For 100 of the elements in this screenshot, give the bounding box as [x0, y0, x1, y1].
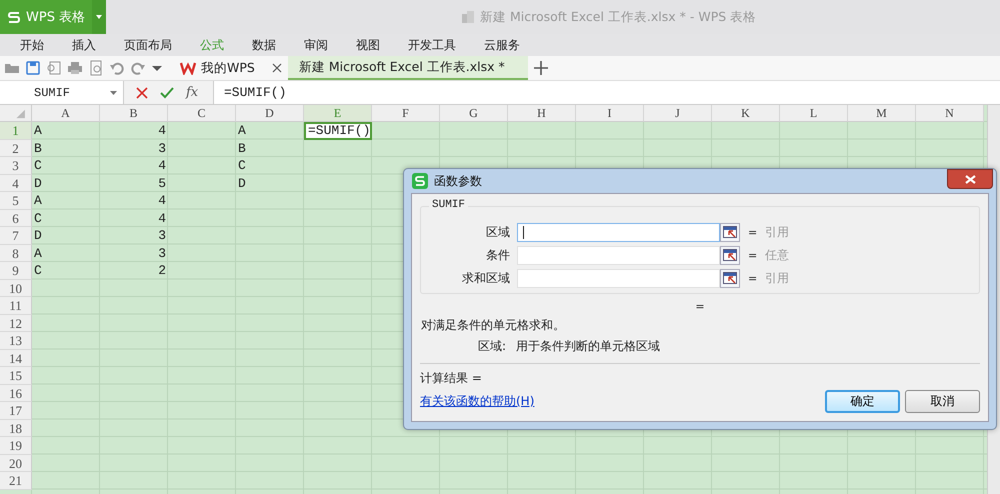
row-header[interactable]: 14	[0, 350, 32, 367]
table-cell-text: 4	[157, 157, 167, 174]
column-header[interactable]: I	[576, 105, 644, 122]
range-picker-button[interactable]	[720, 268, 740, 288]
help-link[interactable]: 有关该函数的帮助(H)	[420, 393, 534, 410]
table-cell-text: A	[33, 122, 43, 140]
dialog-title: 函数参数	[434, 172, 482, 190]
row-header[interactable]: 4	[0, 174, 32, 192]
table-cell-text: B	[237, 140, 247, 157]
menu-tab[interactable]: 数据	[252, 36, 276, 54]
row-header[interactable]: 15	[0, 367, 32, 384]
row-header[interactable]: 9	[0, 262, 32, 280]
menu-tab[interactable]: 审阅	[304, 36, 328, 54]
document-tab[interactable]: 我的WPS	[174, 56, 288, 80]
row-header[interactable]: 21	[0, 472, 32, 490]
parameter-description: 用于条件判断的单元格区域	[516, 338, 660, 355]
plus-icon[interactable]	[534, 61, 548, 75]
column-header[interactable]: K	[712, 105, 780, 122]
parameter-type: 引用	[765, 270, 790, 286]
row-header[interactable]: 18	[0, 420, 32, 437]
table-cell-text: D	[237, 174, 247, 192]
range-picker-button[interactable]	[720, 222, 740, 242]
row-header[interactable]: 8	[0, 244, 32, 262]
equals-sign: =	[748, 272, 758, 284]
row-header[interactable]: 3	[0, 157, 32, 174]
row-header[interactable]: 20	[0, 454, 32, 472]
export-icon[interactable]	[46, 60, 62, 76]
w-logo-icon	[180, 61, 196, 75]
row-header[interactable]: 16	[0, 384, 32, 402]
undo-icon[interactable]	[109, 60, 125, 76]
column-header[interactable]: J	[644, 105, 712, 122]
column-header[interactable]: H	[508, 105, 576, 122]
menu-tab[interactable]: 插入	[72, 36, 96, 54]
column-header[interactable]: L	[780, 105, 848, 122]
row-header[interactable]: 12	[0, 314, 32, 332]
row-header[interactable]: 7	[0, 227, 32, 244]
range-select-icon	[723, 249, 737, 261]
cancel-icon[interactable]	[136, 86, 148, 98]
equals-sign: =	[748, 248, 758, 262]
row-header[interactable]: 6	[0, 210, 32, 227]
menu-tab[interactable]: 开发工具	[408, 36, 456, 54]
close-icon[interactable]	[272, 63, 282, 73]
cancel-button[interactable]: 取消	[905, 390, 980, 413]
formula-field[interactable]: =SUMIF()	[214, 81, 1000, 104]
caret-down-icon	[110, 90, 117, 94]
menu-tab[interactable]: 云服务	[484, 36, 520, 54]
app-name: WPS 表格	[26, 9, 86, 26]
print-icon[interactable]	[67, 60, 83, 76]
equals-sign: =	[748, 226, 758, 238]
tab-label: 我的WPS	[201, 60, 255, 76]
parameter-label: 求和区域	[461, 270, 511, 286]
cell-name: SUMIF	[34, 86, 70, 100]
table-cell-text: A	[33, 244, 43, 262]
row-header[interactable]: 19	[0, 437, 32, 454]
row-header[interactable]: 2	[0, 140, 32, 157]
column-header[interactable]: F	[372, 105, 440, 122]
save-icon[interactable]	[25, 60, 41, 76]
parameter-type: 任意	[765, 246, 790, 264]
parameter-field[interactable]	[517, 222, 720, 242]
parameter-label: 条件	[485, 246, 511, 264]
menu-tab[interactable]: 开始	[20, 36, 44, 54]
close-icon	[964, 174, 976, 184]
table-cell-text: C	[33, 210, 43, 227]
range-select-icon	[723, 272, 737, 284]
column-header[interactable]: M	[848, 105, 916, 122]
table-cell-text: 5	[157, 174, 167, 192]
table-cell-text: C	[237, 157, 247, 174]
insert-function-button[interactable]: fx	[186, 85, 198, 100]
close-button[interactable]	[947, 169, 993, 189]
ok-button[interactable]: 确定	[825, 390, 900, 413]
print-preview-icon[interactable]	[88, 60, 104, 76]
menu-tab[interactable]: 页面布局	[124, 36, 172, 54]
column-header[interactable]: A	[32, 105, 100, 122]
row-header[interactable]: 10	[0, 280, 32, 297]
document-tab[interactable]: 新建 Microsoft Excel 工作表.xlsx *	[288, 56, 528, 80]
select-all-icon[interactable]	[0, 105, 32, 122]
row-header[interactable]: 13	[0, 332, 32, 350]
caret-down-icon[interactable]	[92, 0, 106, 34]
column-header[interactable]: N	[916, 105, 984, 122]
row-header[interactable]: 5	[0, 192, 32, 210]
column-header[interactable]: B	[100, 105, 168, 122]
row-header[interactable]: 11	[0, 297, 32, 314]
active-cell[interactable]: =SUMIF()	[304, 122, 372, 140]
column-header[interactable]: G	[440, 105, 508, 122]
table-cell-text: 4	[157, 210, 167, 227]
function-description: 对满足条件的单元格求和。	[420, 317, 566, 334]
table-cell-text: 4	[157, 122, 167, 140]
window-title: 新建 Microsoft Excel 工作表.xlsx * - WPS 表格	[480, 8, 756, 26]
table-cell-text: 3	[157, 140, 167, 157]
range-picker-button[interactable]	[720, 246, 740, 264]
column-header[interactable]: D	[236, 105, 304, 122]
check-icon[interactable]	[160, 86, 174, 98]
table-cell-text: D	[33, 174, 43, 192]
range-select-icon	[723, 226, 737, 238]
redo-icon[interactable]	[130, 60, 146, 76]
column-header[interactable]: C	[168, 105, 236, 122]
menu-tab[interactable]: 视图	[356, 36, 380, 54]
row-header[interactable]: 17	[0, 402, 32, 420]
equals-sign: =	[694, 300, 706, 313]
text-cursor	[523, 226, 524, 238]
